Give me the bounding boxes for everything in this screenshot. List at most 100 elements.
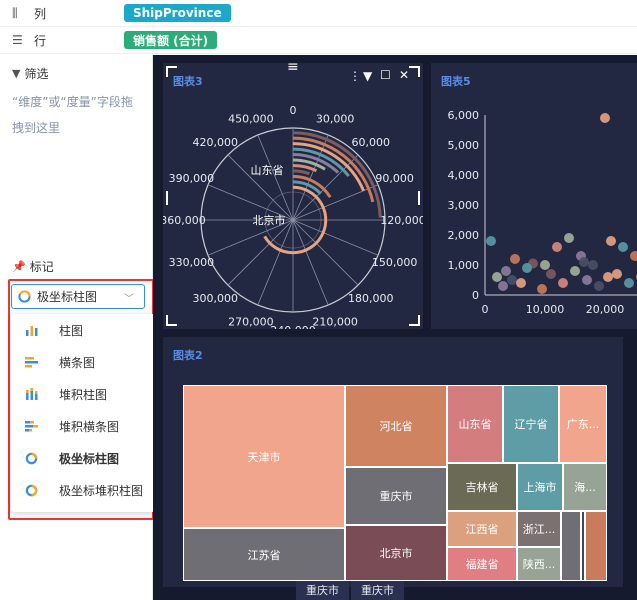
- rows-pill[interactable]: 销售额 (合计): [124, 31, 218, 49]
- polar-bar: [292, 169, 310, 176]
- scatter-point: [570, 266, 580, 276]
- scatter-point: [501, 266, 511, 276]
- filter-title: 筛选: [24, 67, 49, 81]
- treemap-cell[interactable]: 浙江...: [517, 511, 561, 547]
- bottom-tab[interactable]: 重庆市: [351, 581, 404, 600]
- scatter-point: [564, 233, 574, 243]
- treemap-cell[interactable]: 海...: [563, 463, 607, 511]
- corner-marker: [409, 315, 420, 326]
- treemap-cell[interactable]: 重庆市: [345, 467, 447, 525]
- scatter-point: [516, 278, 526, 288]
- scatter-point: [606, 236, 616, 246]
- angle-tick-label: 180,000: [348, 292, 394, 305]
- angle-tick-label: 240,000: [270, 324, 316, 329]
- scatter-point: [603, 272, 613, 282]
- radial-label: 北京市: [253, 213, 286, 227]
- columns-shelf: ⫼ 列 ShipProvince: [0, 0, 637, 27]
- chart2-title: 图表2: [173, 349, 203, 362]
- y-tick-label: 0: [472, 289, 479, 302]
- scatter-point: [537, 284, 547, 294]
- angle-tick-label: 270,000: [228, 316, 274, 329]
- option-bar[interactable]: 柱图: [11, 314, 155, 346]
- treemap-cell[interactable]: 吉林省: [447, 463, 517, 511]
- stacked-hbar-icon: [25, 420, 43, 432]
- treemap-cell[interactable]: [585, 511, 607, 581]
- chart3-card[interactable]: 图表3 ≡ ⋮ ▼ ☐ ✕ 0 30,000 60,000 90,000 120,000…: [163, 59, 423, 329]
- option-hbar[interactable]: 横条图: [11, 346, 155, 378]
- mark-section: 📌 标记: [12, 258, 54, 275]
- polar-bar-icon: [25, 452, 43, 465]
- treemap-cell[interactable]: 江西省: [447, 511, 517, 547]
- option-stacked-bar[interactable]: 堆积柱图: [11, 378, 155, 410]
- treemap-cell[interactable]: 福建省: [447, 547, 517, 581]
- treemap-chart: 天津市 江苏省 河北省 重庆市 北京市 山东省 辽宁省 广东... 吉林省 上海市 海... 江西省浙…: [183, 385, 607, 581]
- scatter-point: [558, 278, 568, 288]
- scatter-point: [612, 269, 622, 279]
- columns-label: 列: [34, 6, 47, 21]
- y-tick-label: 4,000: [448, 169, 480, 182]
- scatter-point: [579, 257, 589, 267]
- scatter-point: [498, 281, 508, 291]
- y-tick-label: 5,000: [448, 139, 480, 152]
- scatter-point: [522, 263, 532, 273]
- x-tick-label: 20,000: [586, 303, 625, 316]
- angle-tick-label: 30,000: [316, 112, 355, 125]
- angle-tick-label: 360,000: [163, 214, 206, 227]
- angle-tick-label: 420,000: [192, 136, 238, 149]
- angle-tick-label: 210,000: [312, 316, 358, 329]
- radial-label: 山东省: [251, 164, 284, 177]
- y-tick-label: 2,000: [448, 229, 480, 242]
- rows-shelf: ☰ 行 销售额 (合计): [0, 27, 637, 54]
- y-tick-label: 6,000: [448, 109, 480, 122]
- angle-tick-label: 0: [290, 104, 297, 117]
- polar-bar-icon: [18, 290, 31, 303]
- treemap-cell[interactable]: 河北省: [345, 385, 447, 467]
- scatter-point: [624, 278, 634, 288]
- angle-tick-label: 390,000: [169, 172, 215, 185]
- chart2-card[interactable]: 图表2 天津市 江苏省 河北省 重庆市 北京市 山东省 辽宁省 广东... 吉林省 上海市 海...…: [163, 337, 623, 587]
- filter-drop-hint[interactable]: “维度”或“度量”字段拖拽到这里: [12, 89, 142, 141]
- mark-title: 标记: [29, 260, 54, 274]
- scatter-chart: 0 1,000 2,000 3,000 4,000 5,000 6,000 0 10,000 20…: [448, 109, 637, 316]
- filter-icon: ▼: [12, 67, 21, 80]
- mark-type-select[interactable]: 极坐标柱图 ﹀: [11, 284, 145, 309]
- option-label: 横条图: [59, 355, 96, 370]
- treemap-cell[interactable]: 上海市: [517, 463, 563, 511]
- dashboard-canvas: 图表3 ≡ ⋮ ▼ ☐ ✕ 0 30,000 60,000 90,000 120,000…: [153, 55, 637, 600]
- bar-chart-icon: [25, 324, 43, 336]
- pin-icon: 📌: [12, 260, 26, 273]
- treemap-cell[interactable]: 山东省: [447, 385, 503, 463]
- x-tick-label: 0: [482, 303, 489, 316]
- scatter-point: [510, 254, 520, 264]
- corner-marker: [166, 315, 177, 326]
- columns-pill[interactable]: ShipProvince: [124, 4, 231, 22]
- angle-tick-label: 300,000: [192, 292, 238, 305]
- stacked-bar-icon: [25, 388, 43, 400]
- angle-tick-label: 60,000: [352, 136, 391, 149]
- scatter-point: [630, 251, 637, 261]
- scatter-point: [552, 242, 562, 252]
- polar-stacked-bar-icon: [25, 484, 43, 497]
- x-tick-label: 10,000: [526, 303, 565, 316]
- option-polar-bar[interactable]: 极坐标柱图: [11, 442, 155, 474]
- treemap-cell[interactable]: 陕西...: [517, 547, 561, 581]
- option-stacked-hbar[interactable]: 堆积横条图: [11, 410, 155, 442]
- scatter-point: [546, 269, 556, 279]
- scatter-point: [618, 242, 628, 252]
- angle-tick-label: 330,000: [169, 256, 215, 269]
- treemap-cell[interactable]: 天津市: [183, 385, 345, 528]
- treemap-cell[interactable]: 江苏省: [183, 528, 345, 581]
- angle-tick-label: 150,000: [372, 256, 418, 269]
- treemap-cell[interactable]: [561, 511, 581, 581]
- bottom-tab[interactable]: 重庆市: [296, 581, 349, 600]
- chart5-card[interactable]: 图表5 0 1,000 2,000 3,000 4,000 5,000 6,000 0 10,0…: [431, 63, 637, 329]
- angle-tick-label: 120,000: [380, 214, 423, 227]
- treemap-cell[interactable]: 辽宁省: [503, 385, 559, 463]
- treemap-cell[interactable]: 广东...: [559, 385, 607, 463]
- option-polar-stacked-bar[interactable]: 极坐标堆积柱图: [11, 474, 155, 506]
- treemap-cell[interactable]: 北京市: [345, 525, 447, 581]
- scatter-point: [486, 236, 496, 246]
- option-label: 堆积横条图: [59, 419, 120, 434]
- angle-tick-label: 450,000: [228, 112, 274, 125]
- scatter-point: [582, 275, 592, 285]
